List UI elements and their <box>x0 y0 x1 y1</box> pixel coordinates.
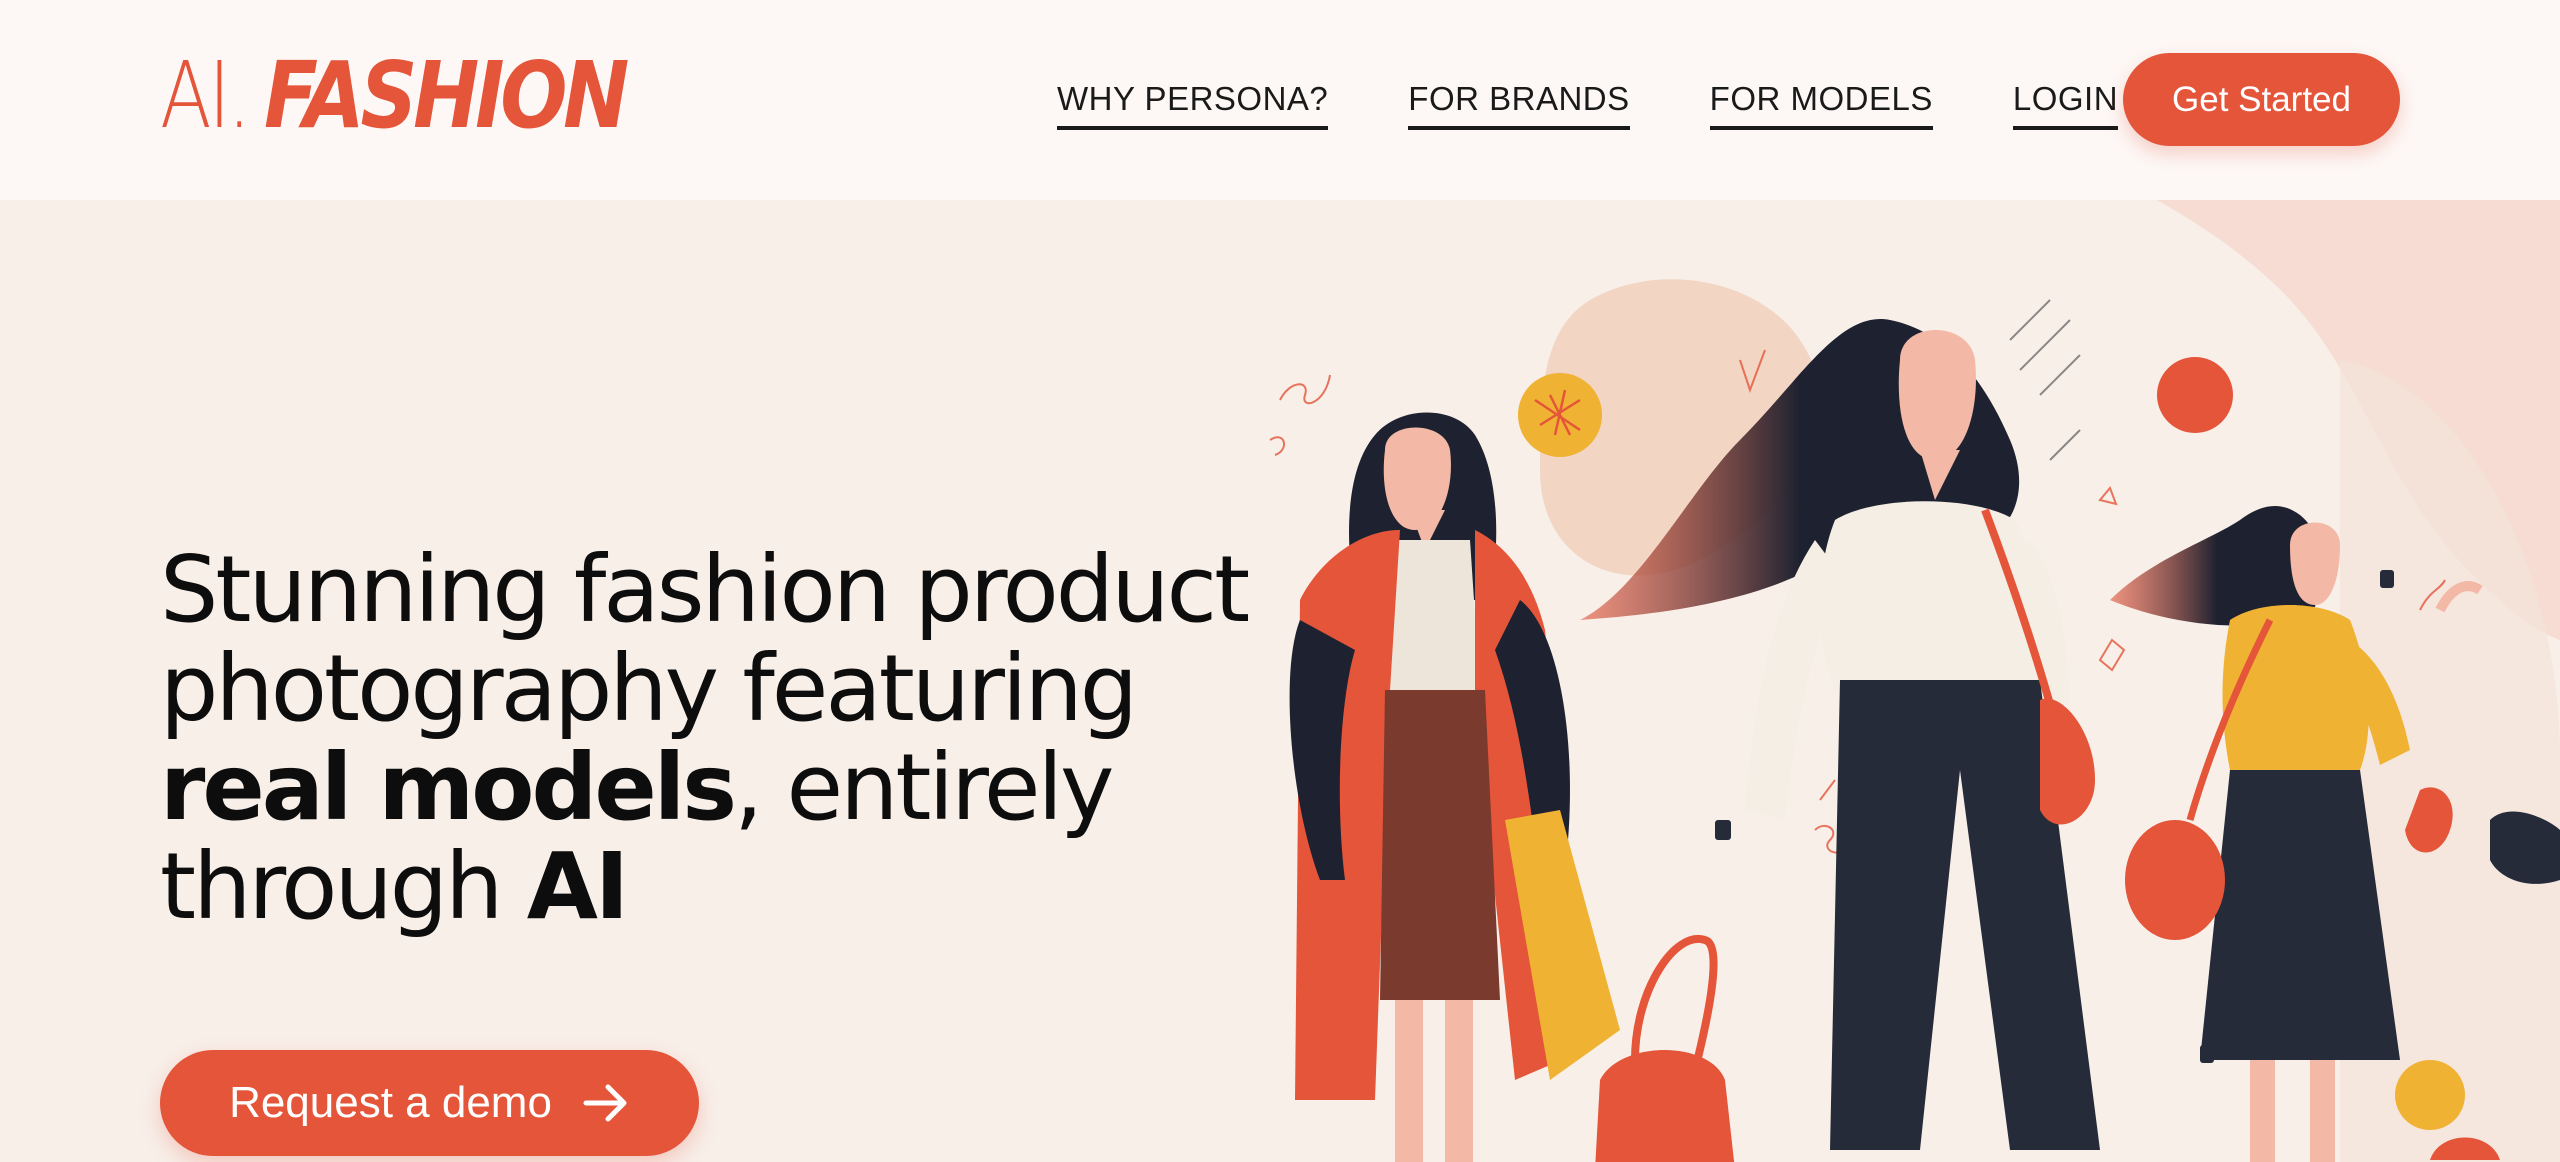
request-demo-label: Request a demo <box>229 1078 552 1127</box>
hero-headline: Stunning fashion product photography fea… <box>160 540 1310 936</box>
nav-for-brands[interactable]: FOR BRANDS <box>1408 80 1630 130</box>
hero-line-4: through AI <box>160 837 1310 936</box>
hero-highlight-real-models: real models <box>160 734 737 841</box>
request-demo-button[interactable]: Request a demo <box>160 1050 699 1156</box>
hero-line-1: Stunning fashion product <box>160 536 1250 643</box>
hero-line-2: photography featuring <box>160 635 1138 742</box>
nav-why-persona[interactable]: WHY PERSONA? <box>1057 80 1329 130</box>
nav-for-models[interactable]: FOR MODELS <box>1709 80 1933 130</box>
site-header: AI. FASHION WHY PERSONA? FOR BRANDS FOR … <box>0 0 2560 200</box>
brand-logo[interactable]: AI. FASHION <box>160 42 684 152</box>
logo-prefix: AI. <box>160 42 251 149</box>
hero-highlight-ai: AI <box>526 833 629 940</box>
hero-line-3-rest: , entirely <box>734 734 1114 841</box>
logo-wordmark: FASHION <box>264 42 629 149</box>
nav-login[interactable]: LOGIN <box>2012 80 2119 130</box>
main-nav: WHY PERSONA? FOR BRANDS FOR MODELS LOGIN <box>1057 80 2119 130</box>
hero-line-3: real models, entirely <box>160 738 1310 837</box>
get-started-button[interactable]: Get Started <box>2123 53 2400 146</box>
hero-line-4-text: through <box>160 833 527 940</box>
arrow-right-icon <box>583 1084 627 1122</box>
